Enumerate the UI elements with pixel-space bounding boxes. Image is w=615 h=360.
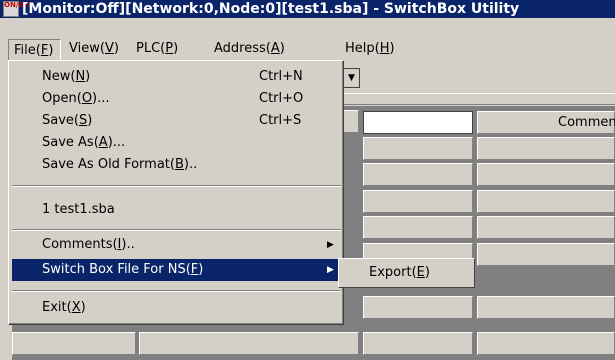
grid-cell[interactable]: [363, 332, 473, 355]
chevron-down-icon: ▼: [348, 73, 355, 83]
combo-dropdown-button[interactable]: ▼: [343, 68, 360, 88]
menu-item-key: O: [81, 91, 93, 106]
menu-item-label: Comments: [42, 237, 113, 252]
menu-item-save[interactable]: Save(S) Ctrl+S: [12, 110, 341, 132]
menu-item-key: B: [174, 157, 184, 172]
file-menu: New(N) Ctrl+N Open(O)... Ctrl+O Save(S) …: [8, 60, 344, 325]
menu-item-ellipsis: ...: [97, 91, 110, 106]
menu-item-key: F: [190, 262, 199, 277]
grid-cell[interactable]: [363, 296, 473, 319]
menu-item-recent-file[interactable]: 1 test1.sba: [12, 199, 341, 221]
menu-item-label: Save As: [42, 135, 94, 150]
menu-item-new[interactable]: New(N) Ctrl+N: [12, 66, 341, 88]
grid-cell[interactable]: [477, 332, 615, 355]
menu-item-label: Open: [42, 91, 77, 106]
menu-view-label: View: [69, 41, 100, 56]
menu-item-key: S: [79, 113, 88, 128]
menu-file-key: F: [40, 43, 49, 58]
grid-cell[interactable]: [477, 190, 615, 213]
menu-plc[interactable]: PLC(P): [131, 38, 183, 60]
menu-item-label: Export: [369, 265, 412, 280]
menu-plc-key: P: [165, 41, 174, 56]
menu-item-label: Switch Box File For NS: [42, 262, 186, 277]
menu-help-label: Help: [345, 41, 375, 56]
menu-item-key: E: [416, 265, 425, 280]
menu-item-exit[interactable]: Exit(X): [12, 297, 341, 319]
grid-cell[interactable]: [363, 190, 473, 213]
menu-view-key: V: [104, 41, 114, 56]
grid-cell[interactable]: [363, 216, 473, 239]
menu-item-key: A: [98, 135, 108, 150]
grid-cell[interactable]: [477, 163, 615, 186]
submenu-switch-box-file: Export(E): [338, 258, 475, 288]
window-title: [Monitor:Off][Network:0,Node:0][test1.sb…: [22, 1, 520, 17]
grid-cell[interactable]: [363, 137, 473, 160]
grid-cell[interactable]: [477, 137, 615, 160]
menu-item-label: Save: [42, 113, 74, 128]
menu-item-key: N: [75, 69, 86, 84]
shortcut-text: Ctrl+N: [259, 69, 303, 84]
grid-cell[interactable]: [139, 332, 359, 355]
app-icon[interactable]: ON/OFF: [3, 1, 34, 17]
menu-view[interactable]: View(V): [64, 38, 124, 60]
menu-item-comments[interactable]: Comments(I).. ▶: [12, 234, 341, 256]
menu-address-key: A: [270, 41, 280, 56]
menu-item-open[interactable]: Open(O)... Ctrl+O: [12, 88, 341, 110]
toolbar-strip: [343, 93, 615, 105]
menu-address[interactable]: Address(A): [209, 38, 290, 60]
shortcut-text: Ctrl+O: [259, 91, 304, 106]
menu-file[interactable]: File(F): [8, 39, 61, 61]
menu-item-switch-box-file-for-ns[interactable]: Switch Box File For NS(F) ▶: [12, 259, 341, 281]
title-bar[interactable]: ON/OFF [Monitor:Off][Network:0,Node:0][t…: [0, 0, 615, 18]
grid-cell[interactable]: [477, 216, 615, 239]
menu-item-label: Exit: [42, 300, 67, 315]
submenu-arrow-icon: ▶: [327, 265, 334, 275]
grid-cell[interactable]: [477, 243, 615, 266]
grid-cell[interactable]: [12, 332, 136, 355]
menu-separator: [12, 185, 341, 187]
menu-separator: [12, 290, 341, 292]
menu-item-ellipsis: ...: [112, 135, 126, 150]
menu-address-label: Address: [214, 41, 266, 56]
menu-item-export[interactable]: Export(E): [342, 262, 471, 284]
grid-cell[interactable]: [477, 296, 615, 319]
shortcut-text: Ctrl+S: [259, 113, 302, 128]
menu-separator: [12, 229, 341, 231]
menu-item-save-as[interactable]: Save As(A)...: [12, 132, 341, 154]
submenu-arrow-icon: ▶: [327, 240, 334, 250]
menu-item-ellipsis: ..: [188, 157, 198, 172]
menu-item-label: 1 test1.sba: [42, 202, 115, 217]
menu-item-ellipsis: ..: [126, 237, 135, 252]
menu-help-key: H: [379, 41, 390, 56]
menu-item-key: X: [71, 300, 81, 315]
comment-column-header[interactable]: Comment: [477, 111, 615, 134]
menu-plc-label: PLC: [136, 41, 161, 56]
menu-file-label: File: [14, 43, 36, 58]
menu-item-key: I: [117, 237, 122, 252]
menu-item-label: New: [42, 69, 71, 84]
grid-cell[interactable]: [363, 163, 473, 186]
header-input[interactable]: [363, 111, 473, 134]
menu-item-save-as-old-format[interactable]: Save As Old Format(B)..: [12, 154, 341, 176]
menu-item-label: Save As Old Format: [42, 157, 170, 172]
menu-help[interactable]: Help(H): [340, 38, 400, 60]
